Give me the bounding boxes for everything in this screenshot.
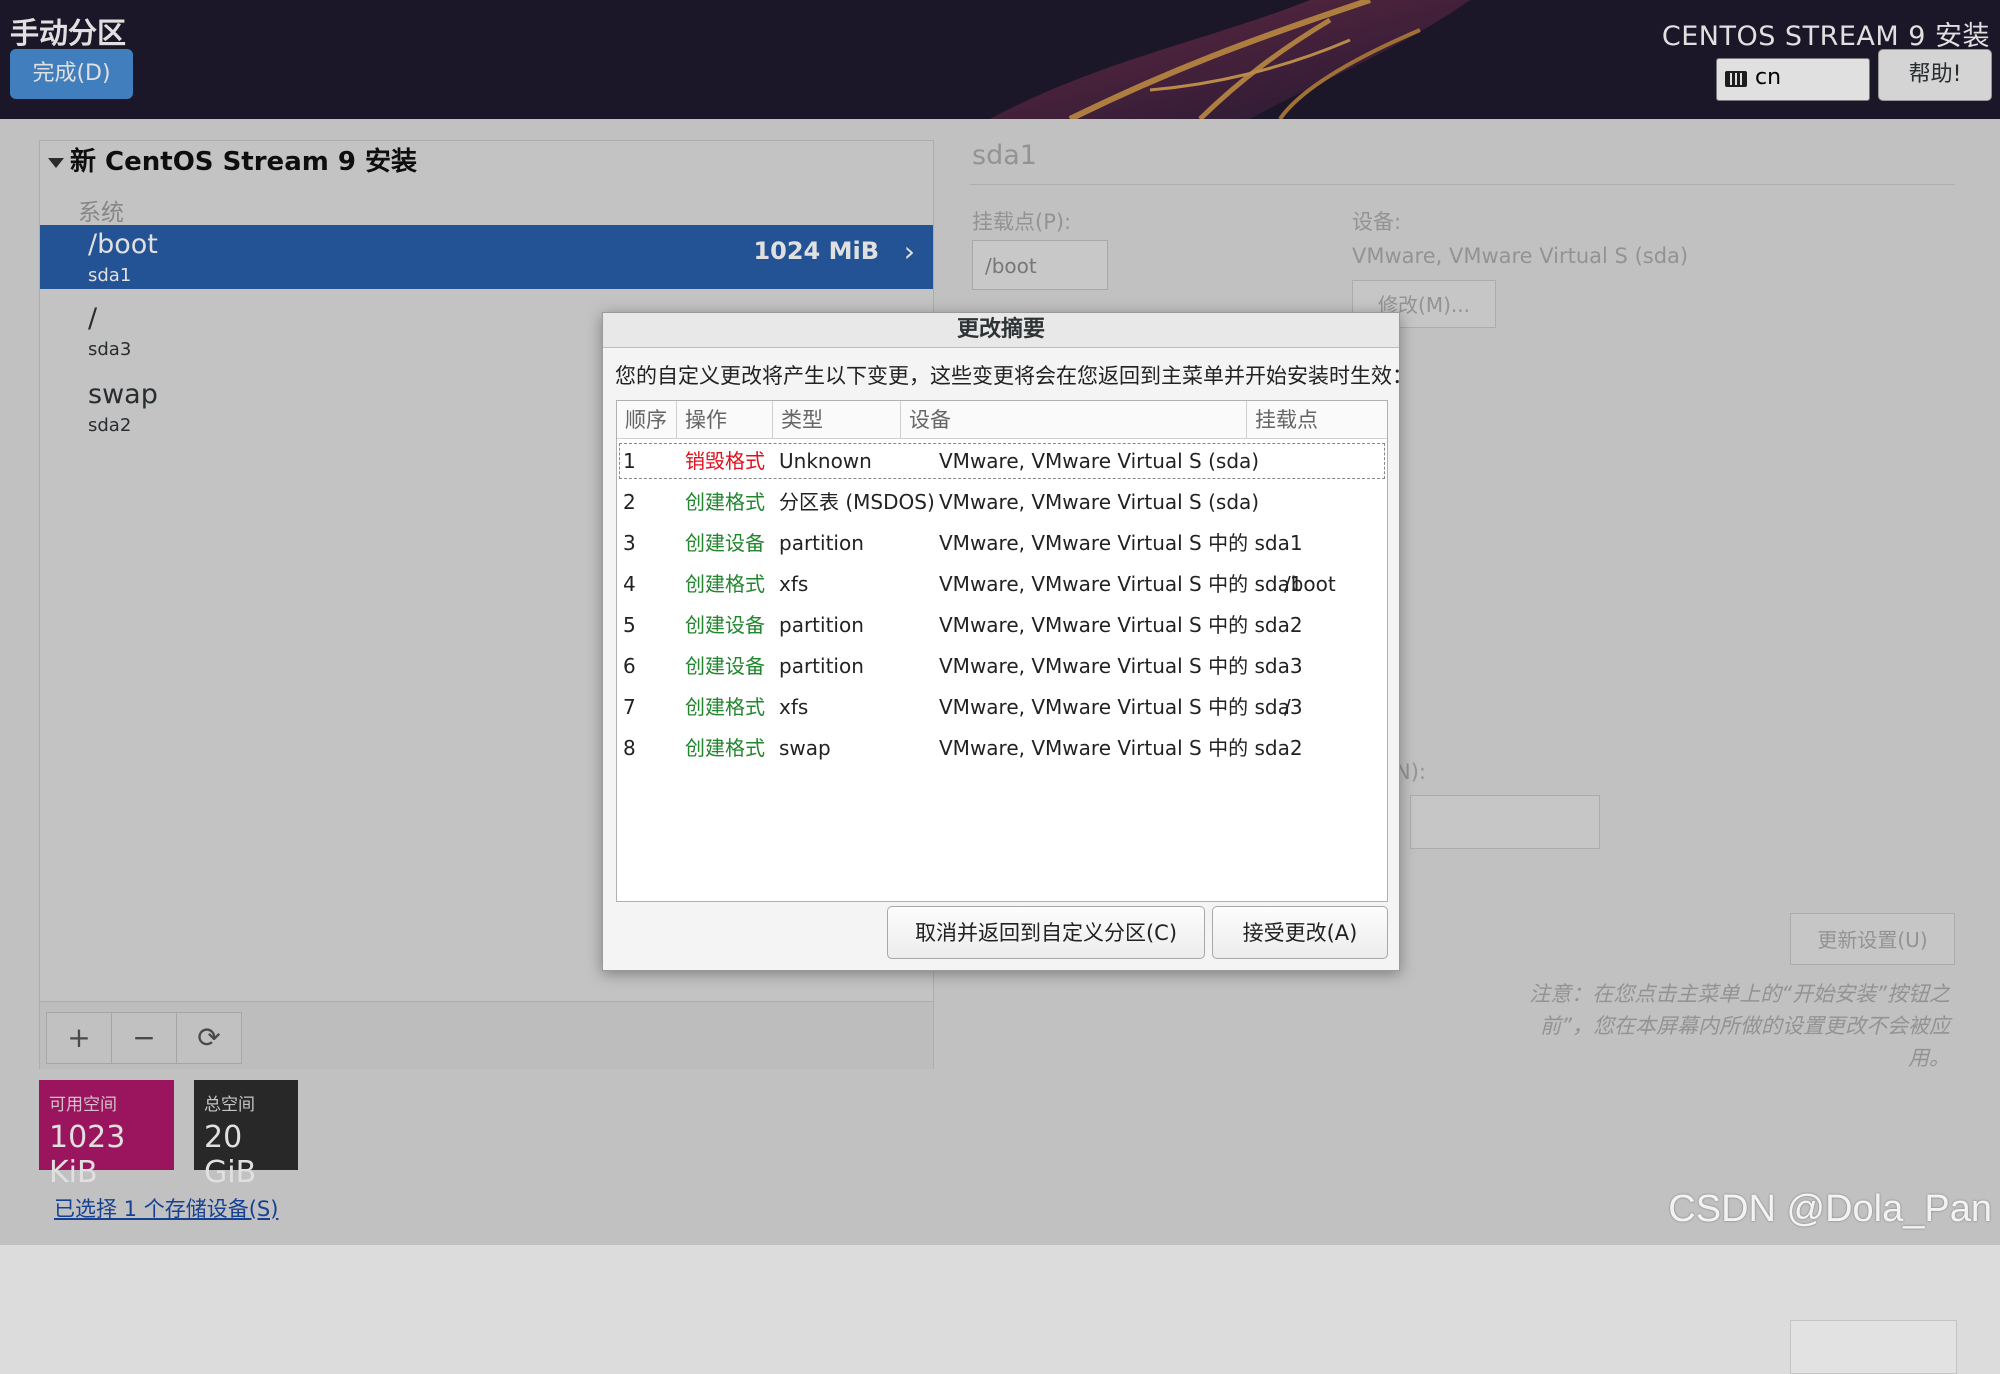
row-order: 7 [623, 695, 636, 719]
row-action: 创建设备 [685, 531, 765, 555]
row-order: 8 [623, 736, 636, 760]
row-order: 2 [623, 490, 636, 514]
row-order: 3 [623, 531, 636, 555]
table-row[interactable]: 4 创建格式 xfs VMware, VMware Virtual S 中的 s… [617, 564, 1387, 604]
row-type: Unknown [779, 449, 872, 473]
row-action: 创建设备 [685, 613, 765, 637]
row-order: 1 [623, 449, 636, 473]
row-mount: /boot [1284, 572, 1336, 596]
row-mount: / [1284, 695, 1291, 719]
row-type: xfs [779, 695, 809, 719]
row-type: swap [779, 736, 831, 760]
column-header-device[interactable]: 设备 [901, 401, 1247, 439]
dialog-title: 更改摘要 [603, 313, 1399, 348]
row-order: 5 [623, 613, 636, 637]
dialog-message: 您的自定义更改将产生以下变更，这些变更将会在您返回到主菜单并开始安装时生效： [615, 364, 1413, 388]
row-action: 创建格式 [685, 736, 765, 760]
watermark: CSDN @Dola_Pan [1668, 1188, 1992, 1230]
row-device: VMware, VMware Virtual S (sda) [939, 449, 1260, 473]
changes-table: 顺序 操作 类型 设备 挂载点 1 销毁格式 Unknown VMware, V… [616, 400, 1388, 902]
row-device: VMware, VMware Virtual S 中的 sda1 [939, 572, 1303, 596]
row-type: xfs [779, 572, 809, 596]
row-action: 销毁格式 [685, 449, 765, 473]
table-row[interactable]: 6 创建设备 partition VMware, VMware Virtual … [617, 646, 1387, 686]
row-device: VMware, VMware Virtual S (sda) [939, 490, 1260, 514]
row-type: partition [779, 613, 864, 637]
change-summary-dialog: 更改摘要 您的自定义更改将产生以下变更，这些变更将会在您返回到主菜单并开始安装时… [602, 312, 1413, 971]
row-type: 分区表 (MSDOS) [779, 490, 935, 514]
column-header-order[interactable]: 顺序 [617, 401, 677, 439]
table-row[interactable]: 1 销毁格式 Unknown VMware, VMware Virtual S … [617, 441, 1387, 481]
row-order: 4 [623, 572, 636, 596]
reset-all-button[interactable] [1790, 1320, 1957, 1374]
cancel-return-button[interactable]: 取消并返回到自定义分区(C) [887, 906, 1205, 959]
table-row[interactable]: 5 创建设备 partition VMware, VMware Virtual … [617, 605, 1387, 645]
column-header-type[interactable]: 类型 [773, 401, 901, 439]
table-row[interactable]: 2 创建格式 分区表 (MSDOS) VMware, VMware Virtua… [617, 482, 1387, 522]
row-device: VMware, VMware Virtual S 中的 sda2 [939, 613, 1303, 637]
accept-changes-button[interactable]: 接受更改(A) [1212, 906, 1388, 959]
row-device: VMware, VMware Virtual S 中的 sda1 [939, 531, 1303, 555]
row-type: partition [779, 654, 864, 678]
column-header-mount[interactable]: 挂载点 [1247, 401, 1387, 439]
row-device: VMware, VMware Virtual S 中的 sda3 [939, 654, 1303, 678]
row-action: 创建设备 [685, 654, 765, 678]
row-device: VMware, VMware Virtual S 中的 sda2 [939, 736, 1303, 760]
row-device: VMware, VMware Virtual S 中的 sda3 [939, 695, 1303, 719]
row-action: 创建格式 [685, 572, 765, 596]
row-order: 6 [623, 654, 636, 678]
column-header-action[interactable]: 操作 [677, 401, 773, 439]
table-row[interactable]: 7 创建格式 xfs VMware, VMware Virtual S 中的 s… [617, 687, 1387, 727]
row-type: partition [779, 531, 864, 555]
row-action: 创建格式 [685, 695, 765, 719]
row-action: 创建格式 [685, 490, 765, 514]
table-row[interactable]: 8 创建格式 swap VMware, VMware Virtual S 中的 … [617, 728, 1387, 768]
table-row[interactable]: 3 创建设备 partition VMware, VMware Virtual … [617, 523, 1387, 563]
